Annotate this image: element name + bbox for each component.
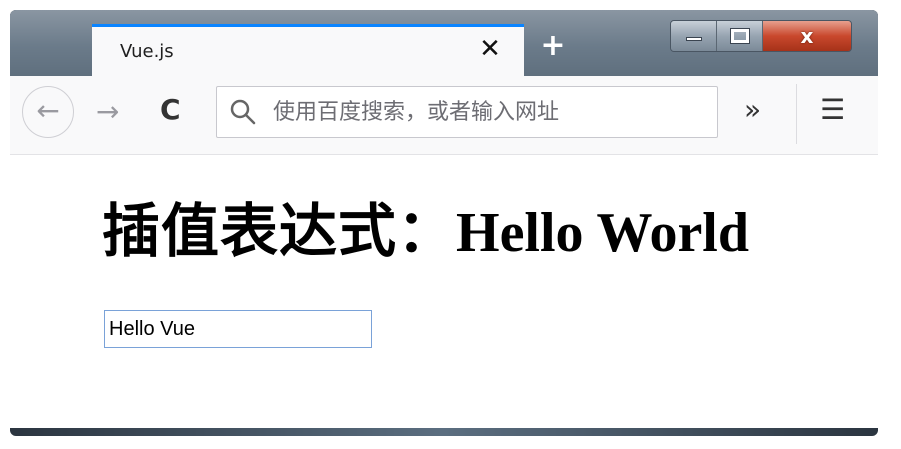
maximize-icon xyxy=(730,28,750,44)
hamburger-icon: ☰ xyxy=(820,93,846,126)
forward-arrow-icon: → xyxy=(96,95,120,128)
window-controls: x xyxy=(670,20,852,52)
hamburger-menu-button[interactable]: ☰ xyxy=(820,92,845,128)
double-chevron-icon: » xyxy=(744,93,762,126)
close-icon: x xyxy=(800,24,814,48)
back-button[interactable]: ← xyxy=(22,86,74,138)
heading-value: Hello World xyxy=(456,202,750,264)
page-heading: 插值表达式：Hello World xyxy=(102,199,749,265)
reload-icon: C xyxy=(160,93,181,126)
reload-button[interactable]: C xyxy=(160,94,181,126)
url-input[interactable] xyxy=(273,97,693,127)
heading-label: 插值表达式： xyxy=(102,197,457,265)
navigation-toolbar: ← → C » ☰ xyxy=(10,76,878,155)
page-content: 插值表达式：Hello World xyxy=(10,155,878,430)
search-icon xyxy=(230,99,256,125)
minimize-icon xyxy=(686,37,702,41)
message-input[interactable] xyxy=(104,310,372,348)
back-arrow-icon: ← xyxy=(36,94,60,127)
forward-button[interactable]: → xyxy=(96,96,119,128)
window-close-button[interactable]: x xyxy=(763,21,851,51)
overflow-menu-button[interactable]: » xyxy=(744,92,761,128)
window-bottom-edge xyxy=(10,428,878,436)
minimize-button[interactable] xyxy=(671,21,717,51)
tab-vuejs[interactable]: Vue.js ✕ xyxy=(92,24,524,76)
close-tab-icon[interactable]: ✕ xyxy=(476,35,504,63)
toolbar-divider xyxy=(796,84,797,144)
tab-title: Vue.js xyxy=(120,41,174,62)
maximize-button[interactable] xyxy=(717,21,763,51)
url-bar[interactable] xyxy=(216,86,718,138)
new-tab-button[interactable]: + xyxy=(539,31,567,61)
tab-strip: Vue.js ✕ + x xyxy=(10,10,878,76)
